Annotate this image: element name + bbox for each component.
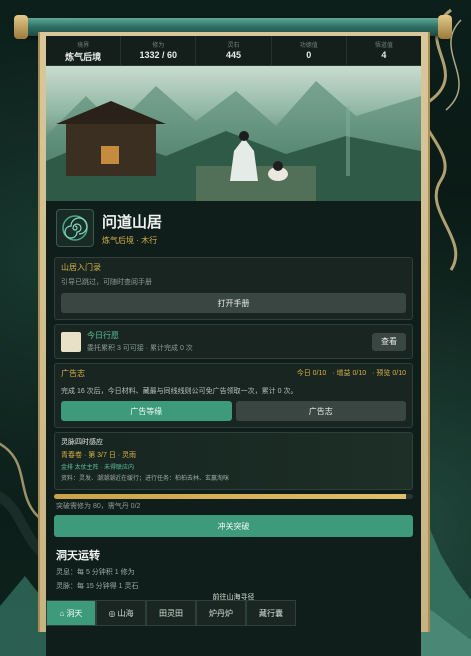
cave-title: 洞天运转 xyxy=(56,550,100,562)
realm-subtitle: 炼气后境 · 木行 xyxy=(102,235,158,245)
stat-value: 炼气后境 xyxy=(65,52,102,62)
open-manual-button[interactable]: 打开手册 xyxy=(61,293,406,313)
guide-subtitle: 引导已跳过，可随时查阅手册 xyxy=(61,279,152,286)
ads-count-today: 今日 0/10 xyxy=(296,370,327,377)
stat-value: 445 xyxy=(225,50,242,60)
breakthrough-button[interactable]: 冲关突破 xyxy=(54,515,413,537)
season-title: 灵脉四时感应 xyxy=(61,439,103,446)
ads-title: 广告志 xyxy=(61,369,85,378)
cultivation-progress-bar xyxy=(54,494,413,499)
stat-realm: 境界 炼气后境 xyxy=(46,36,122,65)
stat-label: 境界 xyxy=(77,43,90,49)
avatar[interactable] xyxy=(56,209,94,247)
stat-value: 1332 / 60 xyxy=(139,50,178,60)
stat-merit: 功德值 0 xyxy=(272,36,347,65)
scroll-cap-left xyxy=(14,15,28,39)
daily-title: 今日行愿 xyxy=(87,331,119,340)
ad-log-button[interactable]: 广告志 xyxy=(235,401,406,421)
ads-card: 广告志 今日 0/10 · 增益 0/10 · 预览 0/10 完成 16 次后… xyxy=(54,363,413,428)
season-card: 灵脉四时感应 青春卷 · 第 3/7 日 · 灵雨 金排 太仗主阵 · 未得联应… xyxy=(54,432,413,490)
ads-description: 完成 16 次后，今日材料、藏最与同线线则公可免广告领取一次，累计 0 次。 xyxy=(61,388,298,395)
landscape-illustration xyxy=(46,81,421,201)
season-line1: 青春卷 · 第 3/7 日 · 灵雨 xyxy=(61,452,137,459)
guide-card: 山居入门录 引导已跳过，可随时查阅手册 打开手册 xyxy=(54,257,413,320)
location-header: 问道山居 炼气后境 · 木行 xyxy=(46,201,421,253)
ads-buttons: 广告等缘 广告志 xyxy=(55,399,412,427)
stat-enlightenment: 悟道值 4 xyxy=(347,36,421,65)
stat-value: 4 xyxy=(381,50,387,60)
home-icon: ⌂ xyxy=(59,608,65,618)
spiral-emblem-icon xyxy=(62,215,88,241)
daily-row: 今日行愿 委托累积 3 可可接 · 累计完成 0 次 查看 xyxy=(55,325,412,358)
daily-subtitle: 委托累积 3 可可接 · 累计完成 0 次 xyxy=(87,345,193,352)
progress-text: 突破需修为 80，需气丹 0/2 xyxy=(56,503,141,510)
location-title-block: 问道山居 炼气后境 · 木行 xyxy=(102,211,162,246)
stat-label: 修为 xyxy=(152,43,165,49)
stat-label: 灵石 xyxy=(227,43,240,49)
tab-mountains-seas[interactable]: ◎ 山海 xyxy=(96,600,146,626)
ads-count-preview: · 预览 0/10 xyxy=(372,370,406,377)
ads-counts: 今日 0/10 · 增益 0/10 · 预览 0/10 xyxy=(297,368,406,379)
tab-label: 藏行囊 xyxy=(259,608,283,618)
stat-cultivation: 修为 1332 / 60 xyxy=(121,36,197,65)
scroll-thumbnail-icon xyxy=(61,331,81,352)
progress-fill xyxy=(54,494,406,499)
stat-value: 0 xyxy=(306,50,312,60)
cave-line2: 灵脉：每 15 分钟得 1 灵石 xyxy=(56,583,139,590)
stat-label: 功德值 xyxy=(299,43,318,49)
page-title: 问道山居 xyxy=(102,213,163,231)
tab-inventory[interactable]: 藏行囊 xyxy=(246,600,296,626)
tab-label: 洞天 xyxy=(66,608,83,618)
season-line3: 资料：灵发、潮潮潮近在缓行；进行任务：柏柏去林、玄赢淘咪 xyxy=(61,476,230,482)
scroll-cap-right xyxy=(438,15,452,39)
guide-title: 山居入门录 xyxy=(61,263,101,272)
globe-icon: ◎ xyxy=(108,608,116,618)
daily-wish-card: 今日行愿 委托累积 3 可可接 · 累计完成 0 次 查看 xyxy=(54,324,413,359)
tab-label: 炉丹炉 xyxy=(209,608,233,618)
main-panel: 境界 炼气后境 修为 1332 / 60 灵石 445 功德值 0 悟道值 4 xyxy=(46,36,421,656)
tab-cave[interactable]: ⌂ 洞天 xyxy=(46,600,96,626)
daily-text: 今日行愿 委托累积 3 可可接 · 累计完成 0 次 xyxy=(87,330,372,353)
ads-count-boost: · 增益 0/10 xyxy=(332,370,367,377)
view-button[interactable]: 查看 xyxy=(372,332,406,351)
tab-label: 山海 xyxy=(117,608,134,618)
tab-spirit-field[interactable]: 田灵田 xyxy=(146,600,196,626)
stat-label: 悟道值 xyxy=(374,43,393,49)
ads-header: 广告志 今日 0/10 · 增益 0/10 · 预览 0/10 xyxy=(55,364,412,383)
cave-status: 洞天运转 灵息：每 5 分钟积 1 修为 灵脉：每 15 分钟得 1 灵石 xyxy=(46,541,421,597)
cave-line1: 灵息：每 5 分钟积 1 修为 xyxy=(56,569,135,576)
tab-alchemy-furnace[interactable]: 炉丹炉 xyxy=(196,600,246,626)
bottom-tabbar: ⌂ 洞天 ◎ 山海 田灵田 炉丹炉 藏行囊 xyxy=(46,600,296,626)
hero-landscape-image xyxy=(46,66,421,201)
tab-label: 田灵田 xyxy=(159,608,183,618)
stat-spirit-stones: 灵石 445 xyxy=(196,36,272,65)
stats-bar: 境界 炼气后境 修为 1332 / 60 灵石 445 功德值 0 悟道值 4 xyxy=(46,36,421,66)
ad-watch-button[interactable]: 广告等缘 xyxy=(61,401,232,421)
season-line2: 金排 太仗主阵 · 未得联应内 xyxy=(61,465,134,471)
